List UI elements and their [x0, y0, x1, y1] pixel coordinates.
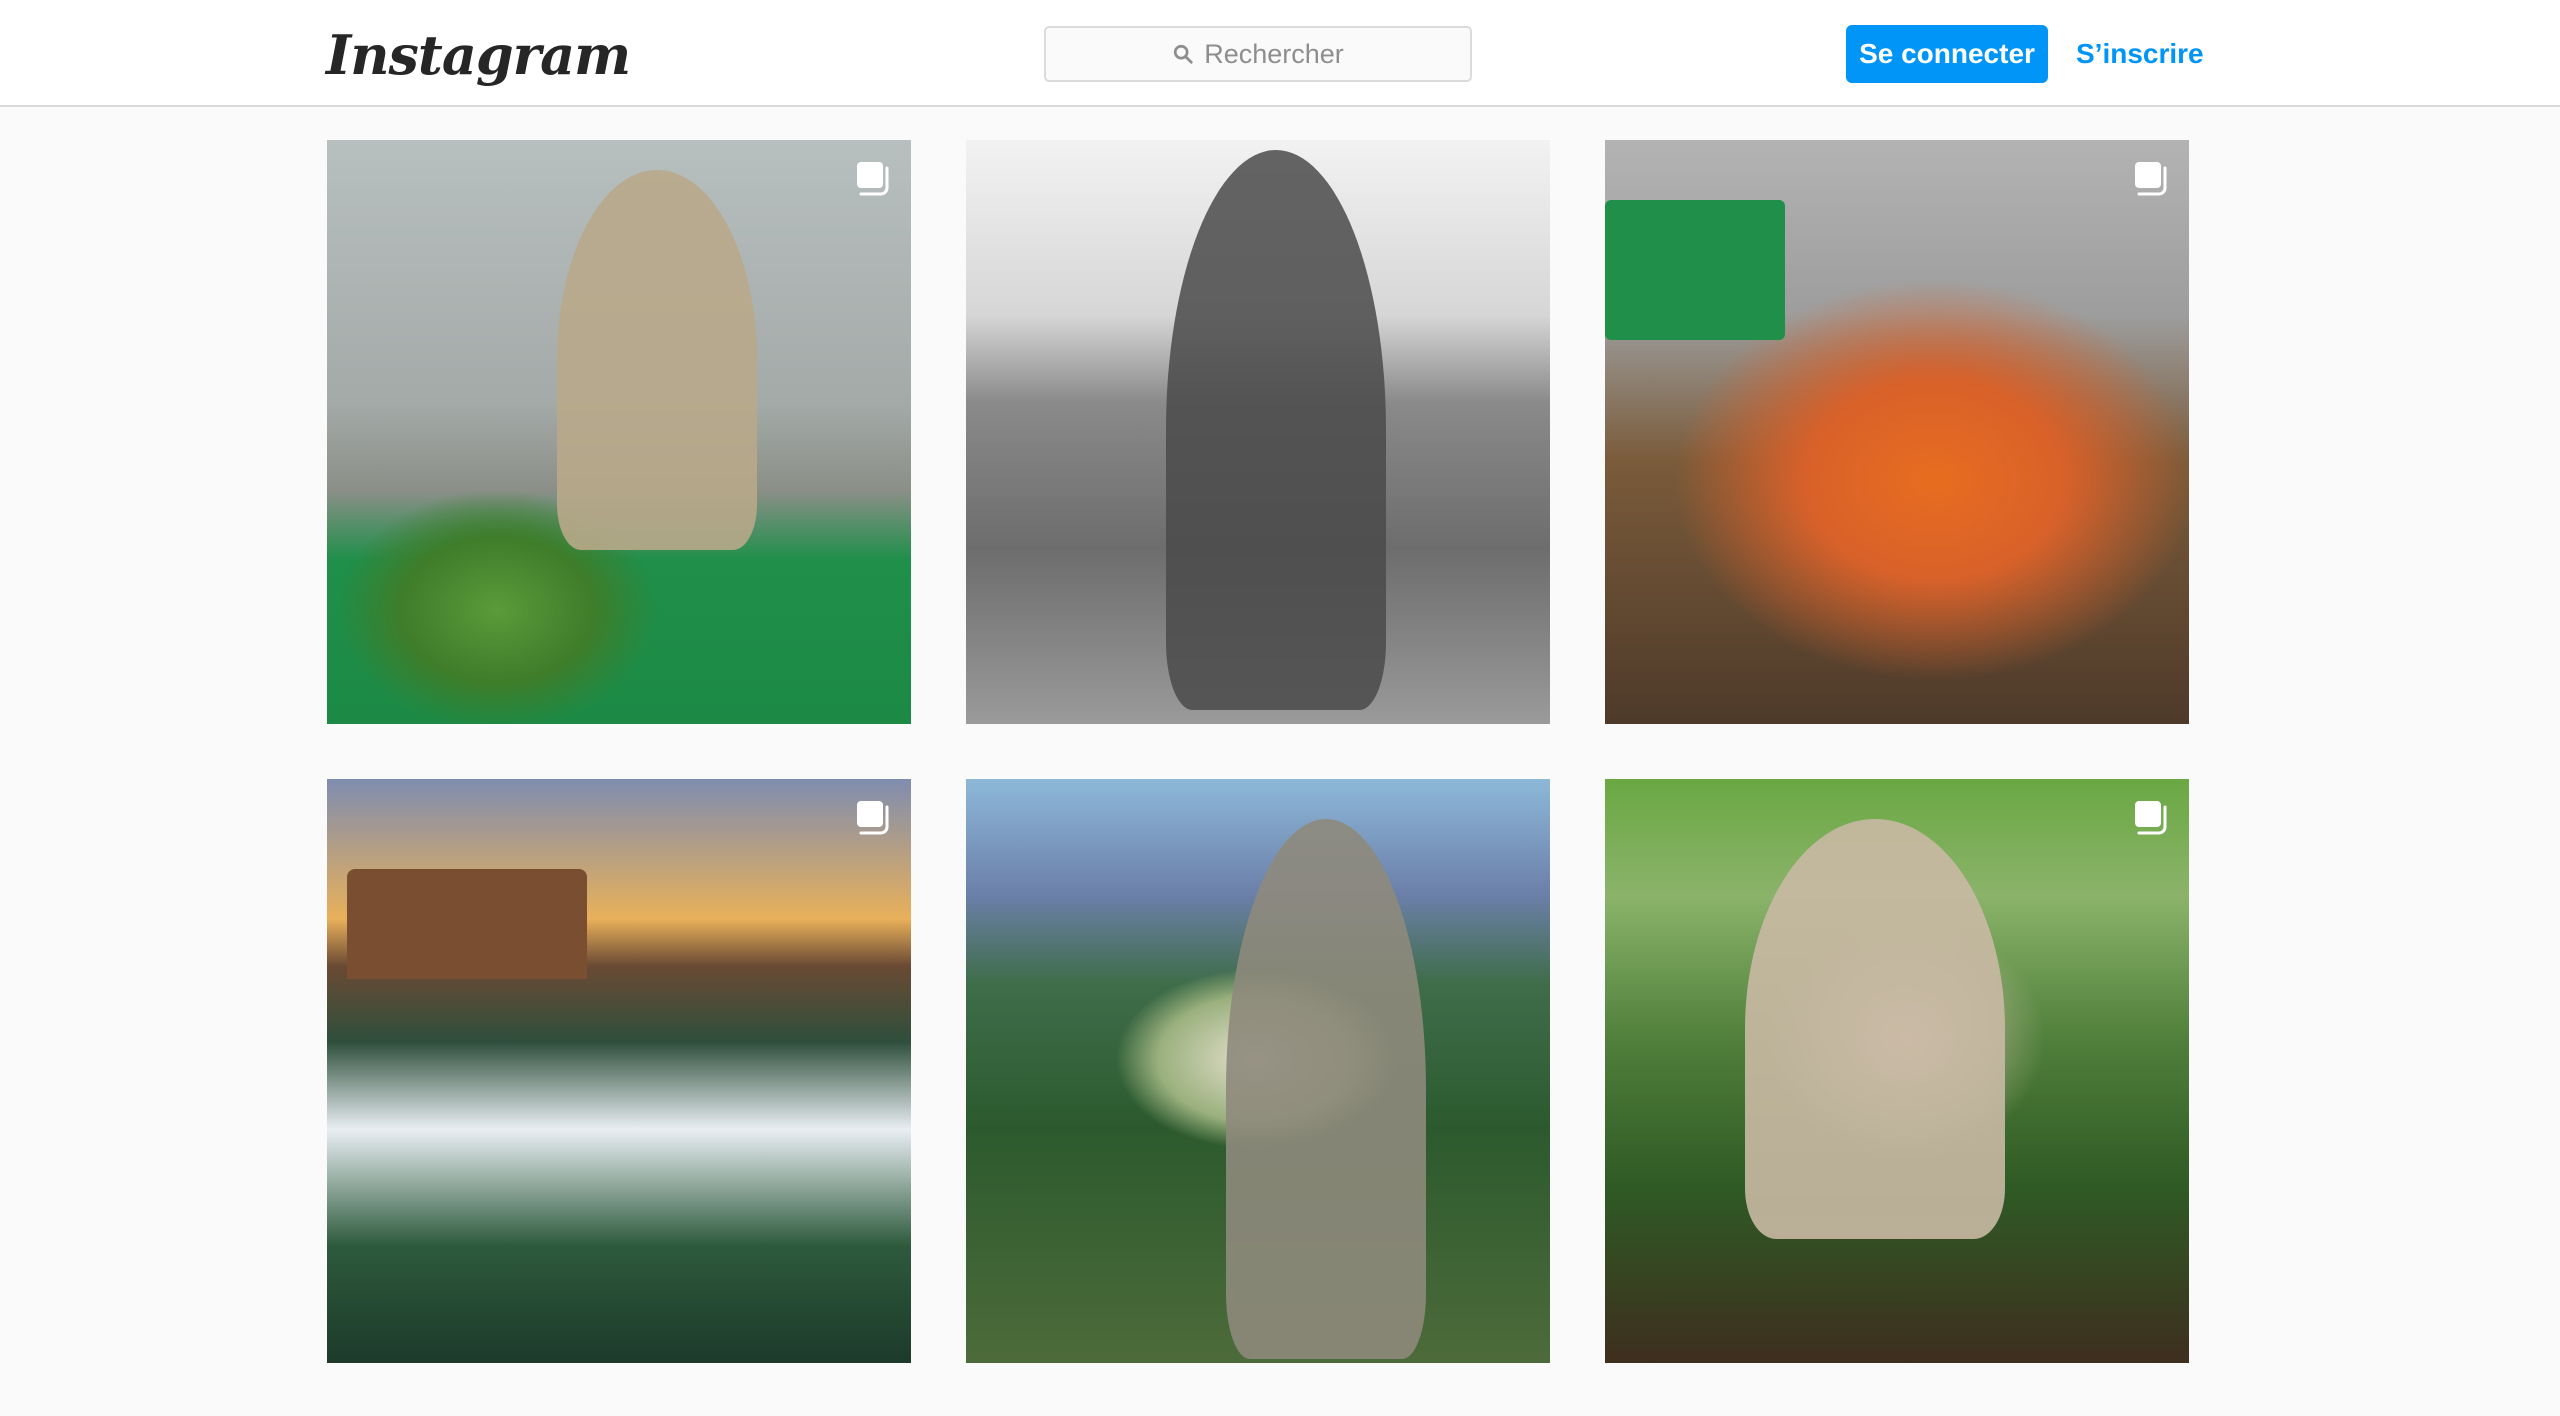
post-tile-1[interactable] — [327, 140, 911, 724]
search-icon — [1174, 44, 1193, 64]
photo-subject — [1226, 819, 1426, 1359]
photo-subject — [1745, 819, 2005, 1239]
photo-barn — [347, 869, 587, 979]
post-tile-3[interactable] — [1605, 140, 2189, 724]
photo-crate — [1605, 200, 1785, 340]
instagram-logo[interactable]: Instagram — [326, 20, 631, 90]
multiple-photos-icon — [857, 162, 889, 196]
multiple-photos-icon — [857, 801, 889, 835]
signup-link[interactable]: S’inscrire — [2076, 25, 2204, 83]
post-tile-5[interactable] — [966, 779, 1550, 1363]
multiple-photos-icon — [2135, 162, 2167, 196]
photo-subject — [557, 170, 757, 550]
post-tile-4[interactable] — [327, 779, 911, 1363]
post-tile-6[interactable] — [1605, 779, 2189, 1363]
post-tile-2[interactable] — [966, 140, 1550, 724]
login-button[interactable]: Se connecter — [1846, 25, 2048, 83]
search-placeholder: Rechercher — [1204, 38, 1344, 69]
multiple-photos-icon — [2135, 801, 2167, 835]
top-navigation-bar: Instagram Rechercher Se connecter S’insc… — [0, 0, 2560, 107]
photo-subject — [1166, 150, 1386, 710]
search-input[interactable]: Rechercher — [1044, 26, 1472, 82]
